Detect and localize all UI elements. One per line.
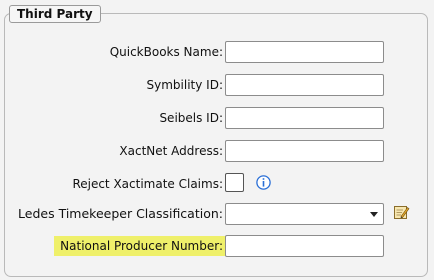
quickbooks-name-label: QuickBooks Name: [109,45,223,59]
quickbooks-name-input[interactable] [225,41,384,63]
info-icon[interactable] [256,175,271,190]
symbility-id-input[interactable] [225,74,384,96]
seibels-id-input[interactable] [225,107,384,129]
xactnet-address-label: XactNet Address: [119,144,223,158]
national-producer-number-label: National Producer Number: [54,236,226,256]
reject-xactimate-claims-label: Reject Xactimate Claims: [72,177,223,191]
national-producer-number-input[interactable] [225,235,384,257]
ledes-timekeeper-classification-label: Ledes Timekeeper Classification: [18,206,223,221]
group-title: Third Party [9,5,101,23]
seibels-id-label: Seibels ID: [159,111,223,125]
chevron-down-icon[interactable] [370,212,378,217]
edit-icon[interactable] [393,204,410,221]
symbility-id-label: Symbility ID: [146,78,223,92]
xactnet-address-input[interactable] [225,140,384,162]
reject-xactimate-claims-checkbox[interactable] [225,173,244,192]
ledes-timekeeper-classification-select[interactable] [225,203,384,225]
